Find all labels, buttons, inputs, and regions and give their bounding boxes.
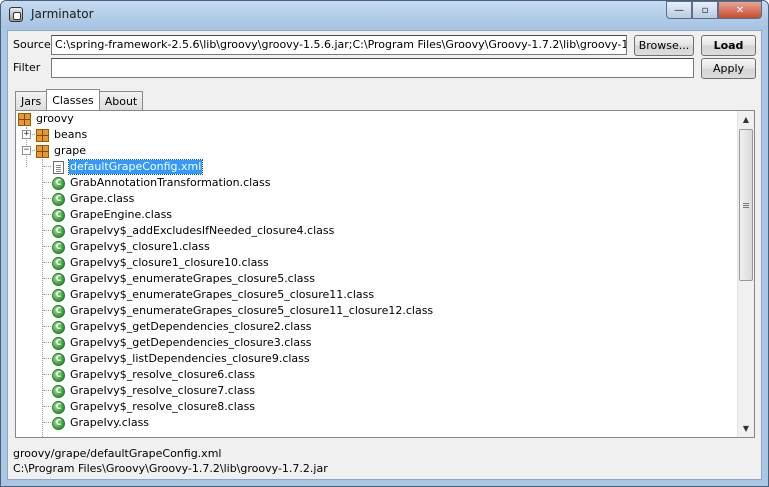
- tree-node-file[interactable]: C GrapeIvy$_closure1_closure10.class: [52, 255, 270, 271]
- class-icon: C: [52, 176, 65, 190]
- class-icon: C: [52, 304, 65, 318]
- class-tree[interactable]: groovy + beans − grape defaultGrapeConfi…: [16, 111, 738, 437]
- tree-node-label: GrapeIvy.class: [70, 416, 150, 429]
- tab-classes[interactable]: Classes: [46, 89, 100, 110]
- package-icon: [18, 112, 31, 126]
- window-controls: — ▫ ✕: [666, 1, 762, 19]
- vertical-scrollbar[interactable]: ▲ ▼: [737, 111, 754, 437]
- class-icon: C: [52, 192, 65, 206]
- expand-icon[interactable]: +: [22, 130, 31, 139]
- maximize-button[interactable]: ▫: [692, 1, 718, 19]
- tree-node-file[interactable]: C GrapeIvy$_getDependencies_closure3.clas…: [52, 335, 313, 351]
- browse-button[interactable]: Browse...: [634, 35, 694, 56]
- app-window: Jarminator — ▫ ✕ Source C:\spring-framew…: [0, 0, 769, 487]
- tree-node-label: GrapeIvy$_enumerateGrapes_closure5.class: [70, 272, 315, 285]
- tree-node-root[interactable]: groovy: [18, 111, 75, 127]
- class-icon: C: [52, 224, 65, 238]
- package-icon: [36, 128, 49, 142]
- tree-node-grape[interactable]: grape: [36, 143, 87, 159]
- collapse-icon[interactable]: −: [22, 146, 31, 155]
- tree-node-label: GrapeIvy$_closure1_closure10.class: [70, 256, 269, 269]
- tree-node-file[interactable]: C Grape.class: [52, 191, 135, 207]
- tree-node-file[interactable]: C GrabAnnotationTransformation.class: [52, 175, 271, 191]
- tree-node-label: GrapeIvy$_resolve_closure7.class: [70, 384, 256, 397]
- tree-node-file[interactable]: C GrapeIvy$_resolve_closure7.class: [52, 383, 256, 399]
- tree-node-label: GrapeIvy$_addExcludesIfNeeded_closure4.c…: [70, 224, 335, 237]
- tree-node-file[interactable]: C GrapeIvy$_enumerateGrapes_closure5_clos…: [52, 287, 375, 303]
- tree-node-file[interactable]: defaultGrapeConfig.xml: [52, 159, 204, 175]
- classes-tree-panel: groovy + beans − grape defaultGrapeConfi…: [15, 110, 755, 438]
- window-title: Jarminator: [31, 7, 94, 21]
- tree-node-label: GrabAnnotationTransformation.class: [70, 176, 271, 189]
- class-icon: C: [52, 208, 65, 222]
- tree-node-label: GrapeIvy$_enumerateGrapes_closure5_closu…: [70, 304, 434, 317]
- tree-node-file[interactable]: C GrapeIvy$_getDependencies_closure2.clas…: [52, 319, 313, 335]
- tree-node-file[interactable]: C GrapeIvy$_addExcludesIfNeeded_closure4.…: [52, 223, 335, 239]
- class-icon: C: [52, 400, 65, 414]
- app-icon: [9, 7, 23, 22]
- tree-node-file[interactable]: C GrapeIvy$_listDependencies_closure9.cla…: [52, 351, 311, 367]
- tree-node-label: GrapeEngine.class: [70, 208, 173, 221]
- tab-about[interactable]: About: [98, 91, 144, 110]
- tree-node-file[interactable]: C GrapeIvy$_enumerateGrapes_closure5.clas…: [52, 271, 316, 287]
- tab-bar: Jars Classes About: [15, 89, 144, 110]
- tree-node-beans[interactable]: beans: [36, 127, 88, 143]
- class-icon: C: [52, 240, 65, 254]
- title-bar[interactable]: Jarminator — ▫ ✕: [1, 1, 768, 29]
- tree-node-label: GrapeIvy$_closure1.class: [70, 240, 210, 253]
- minimize-button[interactable]: —: [666, 1, 692, 19]
- load-button[interactable]: Load: [701, 35, 756, 56]
- class-icon: C: [52, 352, 65, 366]
- close-button[interactable]: ✕: [718, 1, 762, 19]
- filter-field[interactable]: [51, 58, 694, 78]
- tree-node-file[interactable]: C GrapeIvy$_closure1.class: [52, 239, 211, 255]
- tree-node-label: beans: [54, 128, 88, 141]
- client-area: Source C:\spring-framework-2.5.6\lib\gro…: [7, 30, 762, 480]
- tree-node-file[interactable]: C GrapeIvy$_resolve_closure6.class: [52, 367, 256, 383]
- package-icon: [36, 144, 49, 158]
- tree-node-label: GrapeIvy$_getDependencies_closure2.class: [70, 320, 312, 333]
- scroll-up-arrow-icon[interactable]: ▲: [738, 111, 754, 128]
- class-icon: C: [52, 272, 65, 286]
- tree-node-file[interactable]: C GrapeIvy.class: [52, 415, 150, 431]
- class-icon: C: [52, 384, 65, 398]
- source-field[interactable]: C:\spring-framework-2.5.6\lib\groovy\gro…: [51, 35, 627, 55]
- tree-node-label: groovy: [36, 112, 74, 125]
- tree-node-label: GrapeIvy$_enumerateGrapes_closure5_closu…: [70, 288, 375, 301]
- tree-node-file[interactable]: C GrapeEngine.class: [52, 207, 173, 223]
- class-icon: C: [52, 368, 65, 382]
- tree-node-label: Grape.class: [70, 192, 135, 205]
- tree-node-label: GrapeIvy$_listDependencies_closure9.clas…: [70, 352, 310, 365]
- tree-node-file[interactable]: C GrapeIvy$_resolve_closure8.class: [52, 399, 256, 415]
- class-icon: C: [52, 416, 65, 430]
- scroll-thumb[interactable]: [739, 129, 753, 281]
- class-icon: C: [52, 256, 65, 270]
- tree-node-file[interactable]: C GrapeIvy$_enumerateGrapes_closure5_clos…: [52, 303, 434, 319]
- tree-node-label: grape: [54, 144, 86, 157]
- tree-node-label-selected: defaultGrapeConfig.xml: [67, 159, 204, 175]
- class-icon: C: [52, 336, 65, 350]
- grip-icon: [743, 202, 749, 208]
- tree-node-label: GrapeIvy$_resolve_closure8.class: [70, 400, 256, 413]
- tree-node-label: GrapeIvy$_getDependencies_closure3.class: [70, 336, 312, 349]
- tab-jars[interactable]: Jars: [15, 91, 48, 110]
- class-icon: C: [52, 288, 65, 302]
- status-jar-path: C:\Program Files\Groovy\Groovy-1.7.2\lib…: [13, 462, 328, 475]
- source-label: Source: [13, 38, 51, 51]
- file-icon: [53, 160, 64, 174]
- class-icon: C: [52, 320, 65, 334]
- scroll-down-arrow-icon[interactable]: ▼: [738, 420, 754, 437]
- apply-button[interactable]: Apply: [701, 58, 756, 79]
- filter-label: Filter: [13, 61, 41, 74]
- tree-node-label: GrapeIvy$_resolve_closure6.class: [70, 368, 256, 381]
- status-selected-path: groovy/grape/defaultGrapeConfig.xml: [13, 447, 222, 460]
